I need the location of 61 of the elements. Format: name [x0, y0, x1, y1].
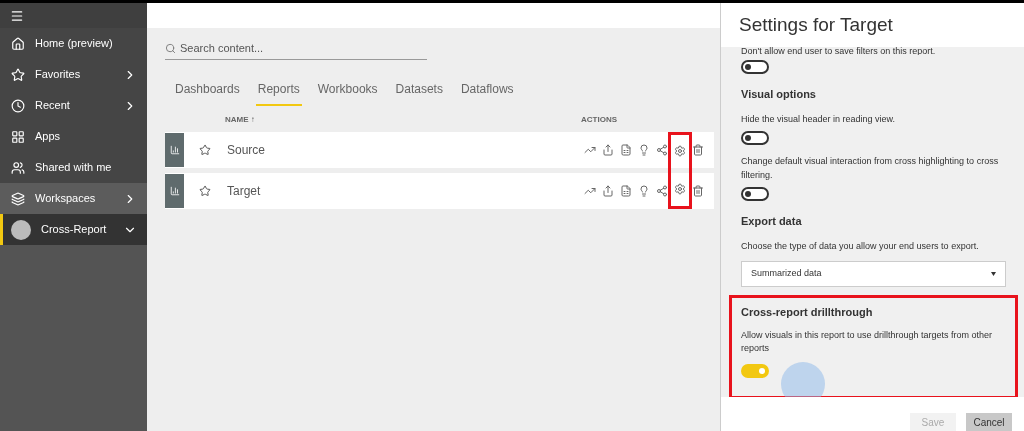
clock-icon: [11, 98, 25, 113]
sidebar-item[interactable]: Recent: [0, 90, 147, 121]
setting-label: Hide the visual header in reading view.: [741, 112, 897, 126]
column-header[interactable]: NAME ↑: [225, 113, 581, 126]
setting-label: Choose the type of data you allow your end users to export.: [741, 239, 980, 253]
network-icon[interactable]: [656, 143, 668, 156]
caret-icon: [991, 272, 996, 276]
column-header: ACTIONS: [581, 113, 617, 126]
avatar-icon: [11, 219, 31, 240]
sidebar-item[interactable]: Apps: [0, 121, 147, 152]
grid-icon: [11, 129, 25, 144]
tab[interactable]: Dataflows: [458, 79, 516, 106]
spreadsheet-icon[interactable]: [620, 184, 632, 197]
table-cell[interactable]: Target: [227, 181, 584, 200]
star-icon[interactable]: [199, 184, 211, 197]
bar-chart-icon: [169, 144, 180, 155]
table-cell[interactable]: Source: [227, 140, 584, 159]
lightbulb-icon[interactable]: [638, 143, 650, 156]
section-heading: Visual options: [741, 87, 817, 102]
cancel-button[interactable]: Cancel: [966, 413, 1012, 431]
menu-icon[interactable]: [10, 8, 24, 23]
tab[interactable]: Reports: [255, 79, 302, 106]
trash-icon[interactable]: [692, 143, 704, 156]
lightbulb-icon[interactable]: [638, 184, 650, 197]
search-icon: [165, 42, 176, 54]
star-icon[interactable]: [199, 143, 211, 156]
sidebar-item[interactable]: Home (preview): [0, 28, 147, 59]
stack-icon: [11, 191, 25, 206]
share-icon[interactable]: [602, 184, 614, 197]
sidebar-item[interactable]: Favorites: [0, 59, 147, 90]
home-icon: [11, 36, 25, 51]
network-icon[interactable]: [656, 184, 668, 197]
cursor-highlight: [781, 361, 825, 397]
tab[interactable]: Dashboards: [173, 79, 242, 106]
search-field[interactable]: Search content...: [165, 40, 427, 60]
tab[interactable]: Datasets: [393, 79, 445, 106]
sidebar-item[interactable]: Workspaces: [0, 183, 147, 214]
people-icon: [11, 160, 25, 175]
settings-icon[interactable]: [674, 183, 686, 195]
table-row[interactable]: Source: [165, 131, 714, 168]
table-row[interactable]: Target: [165, 172, 714, 209]
setting-label: Change default visual interaction from cross highlighting to cross filtering.: [741, 155, 1000, 182]
sidebar-item[interactable]: Shared with me: [0, 152, 147, 183]
setting-label: Allow visuals in this report to use drillthrough targets from other reports: [741, 328, 994, 355]
share-icon[interactable]: [602, 143, 614, 156]
toggle-switch[interactable]: [741, 187, 769, 201]
panel-title: Settings for Target: [739, 12, 893, 37]
trash-icon[interactable]: [692, 184, 704, 197]
sidebar-item[interactable]: Cross-Report: [0, 214, 147, 245]
setting-label: Don't allow end user to save filters on this report.: [741, 47, 937, 55]
search-input[interactable]: Search content...: [180, 40, 427, 57]
spreadsheet-icon[interactable]: [620, 143, 632, 156]
section-heading: Export data: [741, 214, 803, 229]
toggle-switch[interactable]: [741, 60, 769, 74]
tab[interactable]: Workbooks: [315, 79, 380, 106]
toggle-switch[interactable]: [741, 131, 769, 145]
bar-chart-icon: [169, 185, 180, 196]
export-dropdown[interactable]: Summarized data: [741, 261, 1006, 287]
section-heading: Cross-report drillthrough: [741, 305, 874, 320]
star-icon: [11, 67, 25, 82]
settings-icon[interactable]: [674, 145, 686, 157]
